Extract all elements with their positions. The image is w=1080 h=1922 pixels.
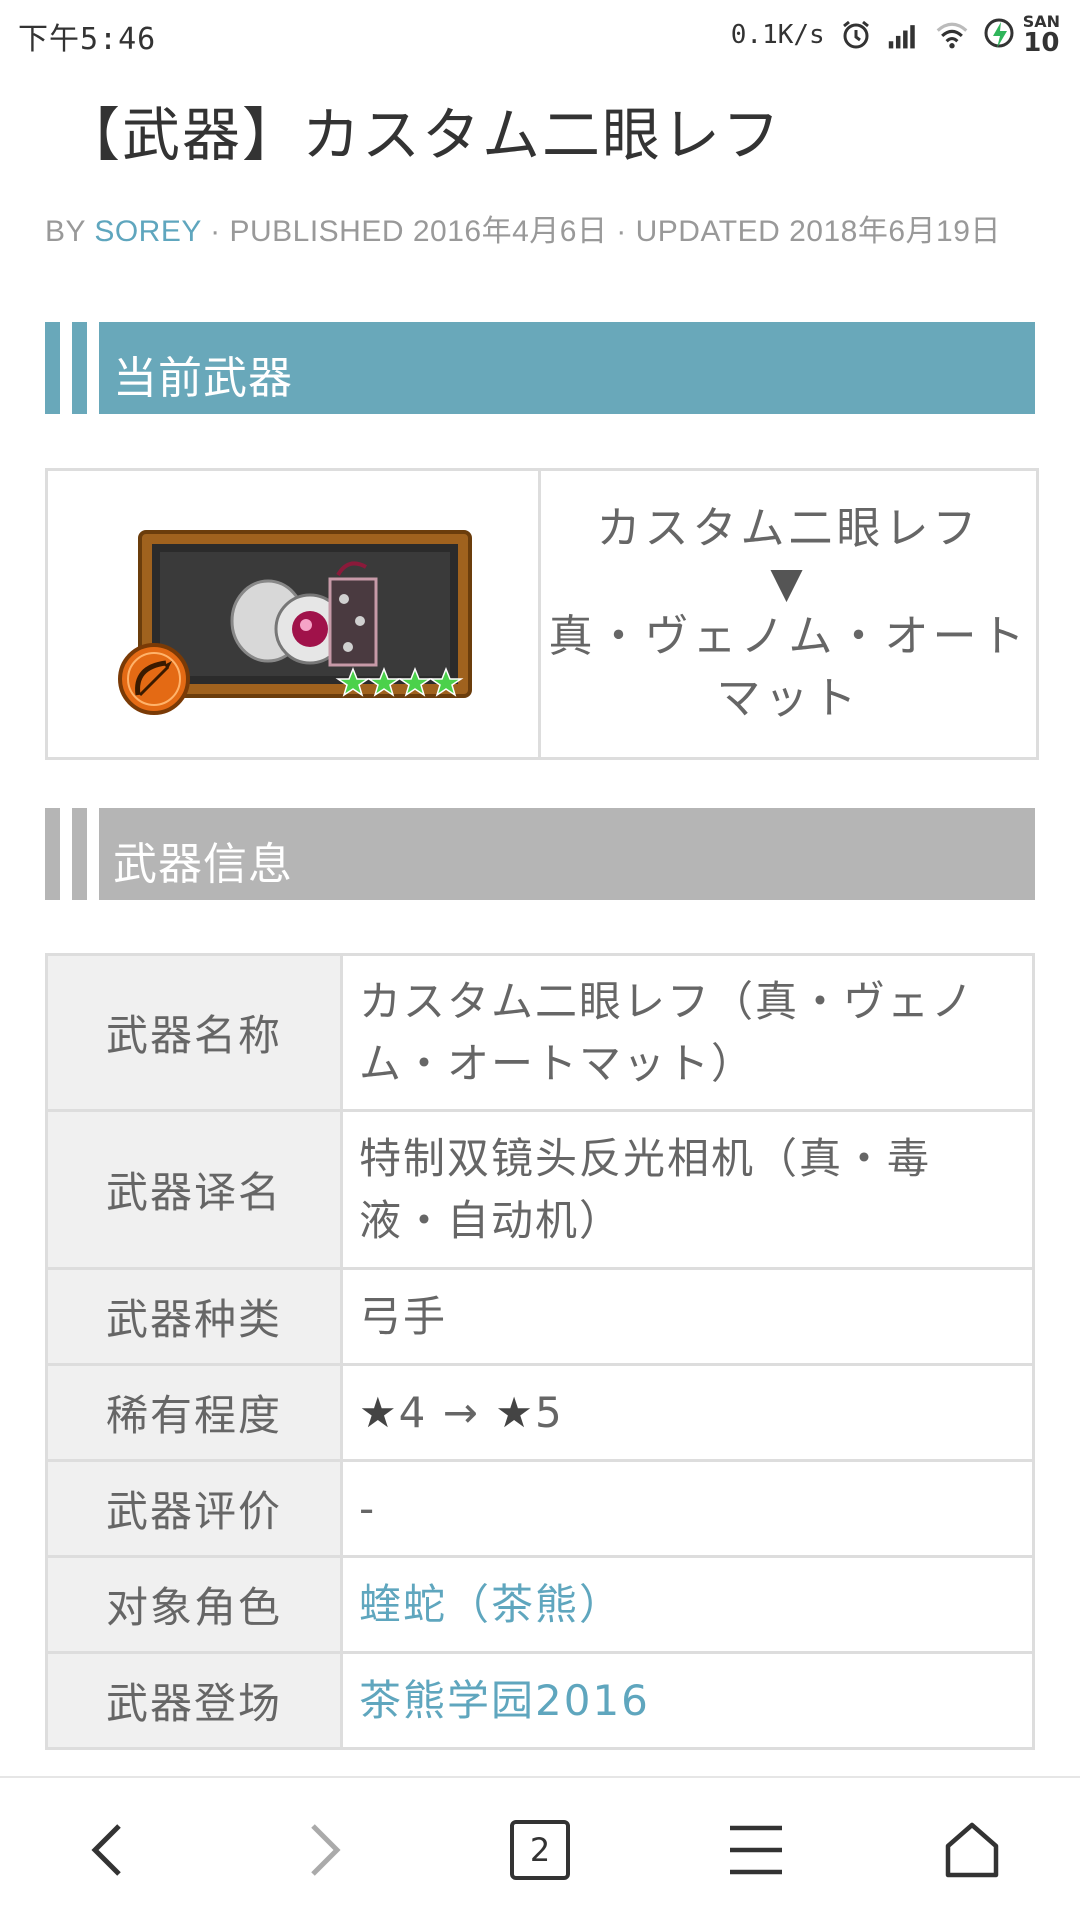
event-link[interactable]: 茶熊学园2016 — [359, 1676, 650, 1725]
home-icon — [945, 1822, 999, 1878]
author-link[interactable]: SOREY — [94, 215, 201, 248]
menu-button[interactable] — [696, 1790, 816, 1910]
row-key: 武器登场 — [45, 1651, 343, 1750]
forward-button[interactable] — [264, 1790, 384, 1910]
row-key: 稀有程度 — [45, 1363, 343, 1462]
table-row: 武器评价 - — [45, 1459, 1035, 1558]
table-row: 武器名称 カスタム二眼レフ（真・ヴェノム・オートマット） — [45, 953, 1035, 1112]
section-header-weapon-info: 武器信息 — [45, 808, 1035, 900]
row-key: 武器评价 — [45, 1459, 343, 1558]
post-meta: BY SOREY · PUBLISHED 2016年4月6日 · UPDATED… — [45, 206, 1001, 250]
menu-icon — [730, 1825, 782, 1875]
table-row: 武器种类 弓手 — [45, 1267, 1035, 1366]
wifi-icon — [935, 18, 969, 52]
table-row: 武器译名 特制双镜头反光相机（真・毒液・自动机） — [45, 1109, 1035, 1270]
weapon-image — [118, 530, 472, 715]
alarm-icon — [839, 18, 873, 52]
row-key: 武器名称 — [45, 953, 343, 1112]
meta-dates: · PUBLISHED 2016年4月6日 · UPDATED 2018年6月1… — [201, 215, 1001, 248]
status-time: 下午5:46 — [18, 22, 157, 57]
network-speed: 0.1K/s — [730, 20, 825, 50]
signal-icon — [887, 18, 921, 52]
row-value-rarity: ★4 → ★5 — [340, 1363, 1035, 1462]
meta-by: BY — [45, 215, 95, 248]
section-header-current-weapon: 当前武器 — [45, 322, 1035, 414]
row-value: カスタム二眼レフ（真・ヴェノム・オートマット） — [340, 953, 1035, 1112]
status-icons: 0.1K/s SAN 10 — [730, 14, 1060, 57]
star-icon: ★ — [495, 1387, 535, 1437]
weapon-info-table: 武器名称 カスタム二眼レフ（真・ヴェノム・オートマット） 武器译名 特制双镜头反… — [45, 953, 1035, 1750]
battery-indicator: SAN 10 — [983, 14, 1060, 56]
row-value: 特制双镜头反光相机（真・毒液・自动机） — [340, 1109, 1035, 1270]
weapon-image-cell — [48, 471, 541, 757]
row-key: 对象角色 — [45, 1555, 343, 1654]
weapon-old-name: カスタム二眼レフ — [596, 503, 981, 554]
tabs-icon: 2 — [510, 1820, 570, 1880]
row-value: - — [340, 1459, 1035, 1558]
battery-level: 10 — [1023, 28, 1060, 58]
row-key: 武器译名 — [45, 1109, 343, 1270]
arrow-down-icon: ▼ — [770, 558, 807, 607]
table-row: 稀有程度 ★4 → ★5 — [45, 1363, 1035, 1462]
browser-nav-bar: 2 — [0, 1776, 1080, 1922]
star-icon: ★ — [359, 1387, 399, 1437]
section-title: 武器信息 — [113, 839, 293, 890]
weapon-new-name: 真・ヴェノム・オート マット — [548, 611, 1029, 724]
tabs-button[interactable]: 2 — [480, 1790, 600, 1910]
bow-class-icon — [118, 643, 190, 715]
weapon-evolution: カスタム二眼レフ ▼ 真・ヴェノム・オート マット — [541, 471, 1036, 757]
table-row: 武器登场 茶熊学园2016 — [45, 1651, 1035, 1750]
status-bar: 下午5:46 0.1K/s SAN 10 — [0, 0, 1080, 72]
chevron-right-icon — [311, 1824, 341, 1876]
section-title: 当前武器 — [113, 353, 293, 404]
battery-charging-icon — [984, 18, 1014, 48]
tabs-count: 2 — [529, 1831, 551, 1869]
row-key: 武器种类 — [45, 1267, 343, 1366]
page-title: 【武器】カスタム二眼レフ — [62, 101, 783, 169]
weapon-summary-box: カスタム二眼レフ ▼ 真・ヴェノム・オート マット — [45, 468, 1039, 760]
character-link[interactable]: 蝰蛇（茶熊） — [359, 1580, 623, 1629]
row-value: 弓手 — [340, 1267, 1035, 1366]
home-button[interactable] — [912, 1790, 1032, 1910]
back-button[interactable] — [48, 1790, 168, 1910]
chevron-left-icon — [91, 1824, 121, 1876]
table-row: 对象角色 蝰蛇（茶熊） — [45, 1555, 1035, 1654]
